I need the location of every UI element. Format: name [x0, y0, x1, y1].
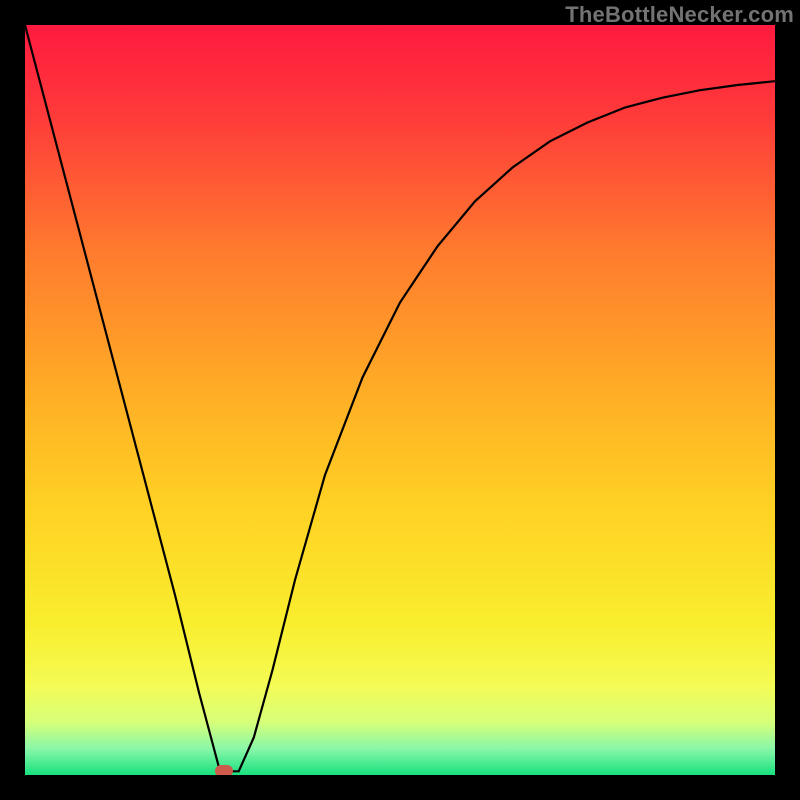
plot-area — [25, 25, 775, 775]
optimal-marker — [215, 765, 233, 775]
chart-frame: TheBottleNecker.com — [0, 0, 800, 800]
bottleneck-curve — [25, 25, 775, 775]
watermark-text: TheBottleNecker.com — [565, 2, 794, 28]
